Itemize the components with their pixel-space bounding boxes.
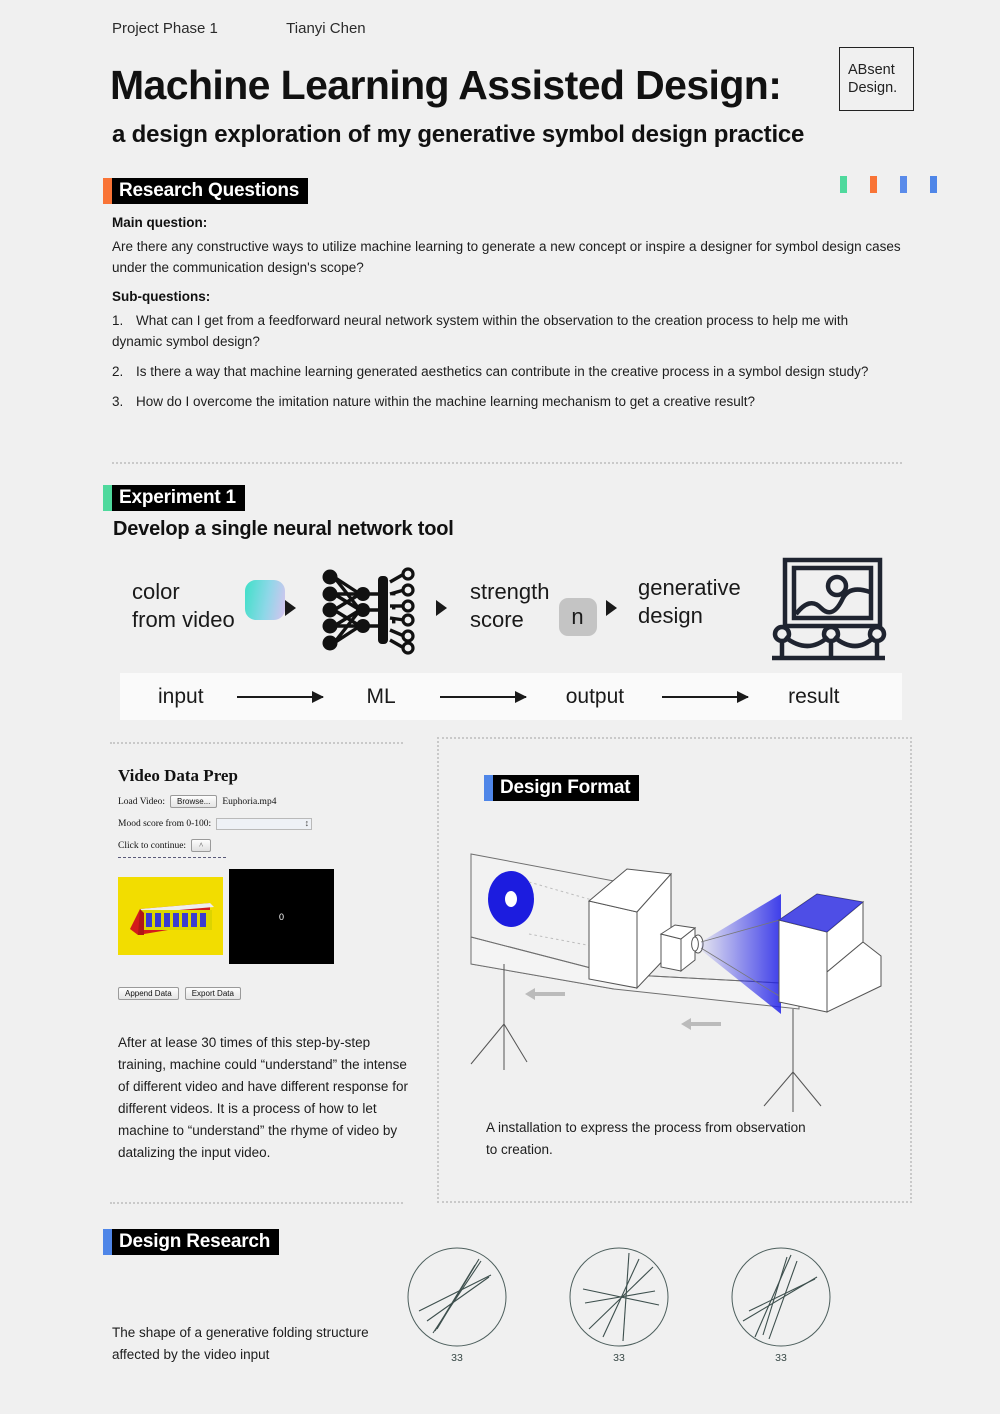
divider-top xyxy=(112,462,902,464)
pipeline-arrow-3-icon xyxy=(606,600,617,616)
section-title-research-questions: Research Questions xyxy=(112,178,309,204)
generative-circle-2-label: 33 xyxy=(613,1352,625,1364)
flow-label-input: input xyxy=(158,684,204,708)
sub-question-1-number: 1. xyxy=(112,312,124,328)
loaded-filename: Euphoria.mp4 xyxy=(222,796,277,807)
pipeline-generative-line1: generative xyxy=(638,575,741,600)
generative-circle-1-label: 33 xyxy=(451,1352,463,1364)
mood-score-row: Mood score from 0-100: xyxy=(118,818,313,830)
page-title: Machine Learning Assisted Design: xyxy=(110,62,782,108)
logo-line-1: ABsent xyxy=(848,61,895,78)
flow-label-ml: ML xyxy=(366,684,396,708)
sub-question-3: 3. How do I overcome the imitation nature… xyxy=(112,392,902,413)
color-legend-dots xyxy=(840,176,937,193)
pipeline-step-generative-design: generative design xyxy=(638,574,741,629)
video-prep-description: After at lease 30 times of this step-by-… xyxy=(118,1035,408,1160)
mood-score-label: Mood score from 0-100: xyxy=(118,819,212,829)
legend-dot-blue-2 xyxy=(930,176,937,193)
continue-label: Click to continue: xyxy=(118,840,187,851)
page-subtitle: a design exploration of my generative sy… xyxy=(112,121,805,148)
legend-dot-green xyxy=(840,176,847,193)
continue-button[interactable]: ^ xyxy=(191,839,212,852)
load-video-label: Load Video: xyxy=(118,796,166,807)
section-header-research-questions: Research Questions xyxy=(103,178,309,204)
header-meta: Project Phase 1 Tianyi Chen xyxy=(112,20,366,37)
sub-question-3-number: 3. xyxy=(112,393,124,409)
export-data-button[interactable]: Export Data xyxy=(184,987,241,1000)
data-action-buttons: Append Data Export Data xyxy=(118,987,241,1000)
section-header-design-format: Design Format xyxy=(484,775,640,801)
pipeline-strength-line1: strength xyxy=(470,579,550,605)
author-name-label: Tianyi Chen xyxy=(286,20,366,37)
pipeline-arrow-2-icon xyxy=(436,600,447,616)
main-question-text: Are there any constructive ways to utili… xyxy=(112,239,901,275)
flow-bar: input ML output result xyxy=(120,673,902,720)
section-header-design-research: Design Research xyxy=(103,1229,280,1255)
accent-bar-blue-research xyxy=(103,1229,112,1255)
sub-question-3-text: How do I overcome the imitation nature w… xyxy=(136,393,756,409)
video-data-prep-panel: Video Data Prep Load Video: Browse... Eu… xyxy=(110,742,408,1204)
poster-root: Project Phase 1 Tianyi Chen Machine Lear… xyxy=(0,0,1000,1414)
append-data-button[interactable]: Append Data xyxy=(118,987,179,1000)
pipeline-step-strength-score: strength score n xyxy=(470,576,597,636)
pipeline-generative-line2: design xyxy=(638,602,703,628)
section-title-design-research: Design Research xyxy=(112,1229,280,1255)
flow-arrow-3-icon xyxy=(662,690,750,703)
generative-circle-3: 33 xyxy=(729,1245,833,1395)
color-swatch-gradient xyxy=(244,579,285,620)
design-format-panel: Design Format A installation to express … xyxy=(437,737,912,1203)
generative-structure-gallery: 33 33 33 xyxy=(405,1245,905,1395)
logo-line-2: Design. xyxy=(848,80,898,96)
generative-circle-1: 33 xyxy=(405,1245,509,1395)
absent-design-logo: ABsent Design. xyxy=(839,47,914,111)
video-data-prep-title: Video Data Prep xyxy=(118,766,238,785)
panel-separator xyxy=(118,857,226,858)
generative-circle-3-label: 33 xyxy=(775,1352,787,1364)
accent-bar-green xyxy=(103,485,112,511)
sub-question-2: 2. Is there a way that machine learning g… xyxy=(112,362,902,383)
pipeline-step-color-line1: color xyxy=(132,579,180,604)
score-badge-n: n xyxy=(558,598,597,636)
generative-circle-2: 33 xyxy=(567,1245,671,1395)
score-display-panel: 0 xyxy=(229,869,334,964)
continue-row: Click to continue: ^ xyxy=(118,839,212,852)
neural-network-icon xyxy=(316,562,422,658)
installation-isometric-diagram xyxy=(449,824,904,1119)
flow-label-output: output xyxy=(565,684,625,708)
pipeline-step-color-line2: from video xyxy=(132,606,235,632)
flow-label-result: result xyxy=(788,684,840,708)
design-research-caption: The shape of a generative folding struct… xyxy=(112,1325,369,1362)
load-video-row: Load Video: Browse... Euphoria.mp4 xyxy=(118,795,276,808)
browse-button[interactable]: Browse... xyxy=(170,795,218,808)
sub-question-2-number: 2. xyxy=(112,363,124,379)
sub-question-1: 1. What can I get from a feedforward neur… xyxy=(112,311,902,353)
sub-questions-label: Sub-questions: xyxy=(112,288,211,304)
accent-bar-blue xyxy=(484,775,493,801)
experiment-subheading: Develop a single neural network tool xyxy=(113,518,454,540)
flow-arrow-1-icon xyxy=(236,690,324,703)
design-format-caption: A installation to express the process fr… xyxy=(486,1120,806,1157)
section-title-design-format: Design Format xyxy=(493,775,640,801)
main-question-label: Main question: xyxy=(112,215,208,230)
section-header-experiment-1: Experiment 1 xyxy=(103,485,245,511)
legend-dot-orange xyxy=(870,176,877,193)
section-title-experiment-1: Experiment 1 xyxy=(112,485,245,511)
gallery-exhibit-icon xyxy=(765,554,890,662)
sub-question-1-text: What can I get from a feedforward neural… xyxy=(112,312,849,349)
pipeline-arrow-1-icon xyxy=(285,600,296,616)
sub-question-2-text: Is there a way that machine learning gen… xyxy=(136,363,869,379)
research-questions-body: Main question: Are there any constructiv… xyxy=(112,215,902,422)
pipeline-step-color: color from video xyxy=(132,578,285,633)
flow-arrow-2-icon xyxy=(439,690,527,703)
legend-dot-blue xyxy=(900,176,907,193)
accent-bar-orange xyxy=(103,178,112,204)
pipeline-strength-line2: score xyxy=(470,607,524,632)
video-thumbnail xyxy=(118,877,223,955)
project-phase-label: Project Phase 1 xyxy=(112,20,218,37)
pipeline-diagram: color from video strength score n genera… xyxy=(120,552,902,664)
mood-score-input[interactable] xyxy=(216,818,313,830)
